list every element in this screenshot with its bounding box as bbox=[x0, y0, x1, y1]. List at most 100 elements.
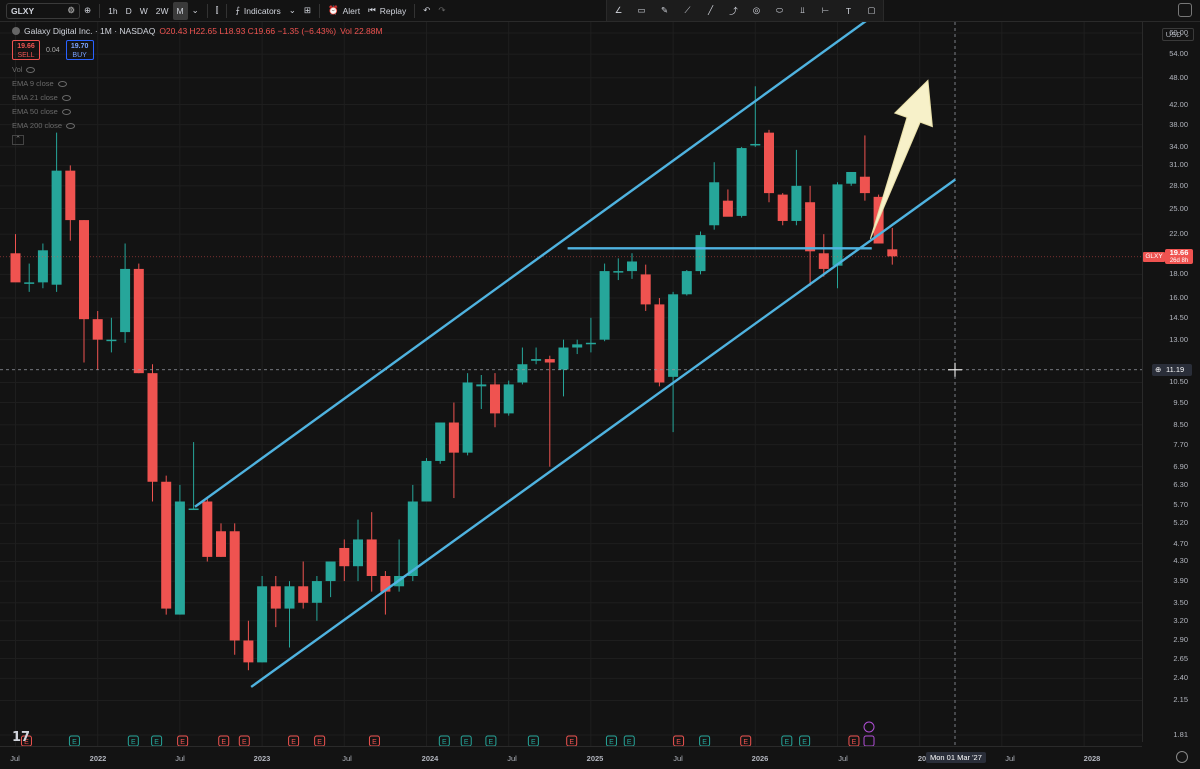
price-tick: 3.20 bbox=[1173, 615, 1188, 625]
replay-button[interactable]: ⏮ Replay bbox=[364, 2, 410, 20]
ellipse-icon[interactable]: ⬭ bbox=[772, 3, 788, 19]
time-tick: Jul bbox=[673, 754, 683, 763]
last-symbol-tag: GLXY bbox=[1143, 251, 1165, 262]
gear-icon[interactable] bbox=[1176, 751, 1188, 763]
timeframe-w[interactable]: W bbox=[136, 2, 152, 20]
candle-body bbox=[257, 586, 268, 663]
candle-body bbox=[640, 274, 651, 305]
candle-body bbox=[10, 253, 21, 283]
candles-icon: ⫿ bbox=[215, 5, 219, 15]
time-axis[interactable]: Jul 2022 Jul 2023 Jul 2024 Jul 2025 Jul 2026 Jul 20… bbox=[0, 746, 1142, 769]
price-tick: 34.00 bbox=[1169, 141, 1188, 151]
comment-icon[interactable]: ▢ bbox=[864, 3, 880, 19]
angle-icon[interactable]: ∠ bbox=[611, 3, 627, 19]
brush-icon[interactable]: ✎ bbox=[657, 3, 673, 19]
candle-body bbox=[339, 547, 350, 567]
indicator-vol[interactable]: Vol bbox=[12, 65, 383, 74]
tradingview-logo[interactable]: 17 bbox=[12, 730, 30, 745]
earnings-marker-label: E bbox=[569, 739, 574, 746]
path-icon[interactable]: ⤴ bbox=[726, 3, 742, 19]
price-tick: 14.50 bbox=[1169, 312, 1188, 322]
earnings-marker-label: E bbox=[131, 739, 136, 746]
candle-body bbox=[517, 364, 528, 383]
timeframe-2w[interactable]: 2W bbox=[152, 2, 173, 20]
drawing-toolbar: ∠ ▭ ✎ ⟋ ╱ ⤴ ◎ ⬭ ⫫ ⊢ T ▢ bbox=[606, 0, 884, 22]
candle-body bbox=[202, 501, 213, 557]
candle-body bbox=[51, 170, 62, 285]
divider bbox=[206, 3, 208, 18]
candle-body bbox=[407, 501, 418, 576]
candle-body bbox=[846, 171, 857, 184]
collapse-legend-button[interactable]: ⌃ bbox=[12, 135, 24, 145]
time-tick: 20 bbox=[917, 754, 927, 763]
candle-body bbox=[668, 294, 679, 377]
earnings-marker-label: E bbox=[627, 739, 632, 746]
candle-body bbox=[490, 384, 500, 414]
templates-dropdown[interactable]: ⌄ bbox=[285, 2, 300, 20]
time-tick: 2022 bbox=[89, 754, 107, 763]
price-scale[interactable]: USD ⌄ 60.00 54.00 48.00 42.00 38.00 34.00 31.0… bbox=[1142, 22, 1200, 742]
candle-body bbox=[627, 261, 637, 272]
fullscreen-icon[interactable] bbox=[1178, 3, 1192, 17]
candle-body bbox=[448, 422, 459, 453]
eye-icon[interactable] bbox=[57, 80, 67, 87]
legend-ohlc: O20.43 H22.65 L18.93 C19.66 −1.35 (−6.43… bbox=[159, 26, 337, 36]
chart-type-button[interactable]: ⫿ bbox=[212, 2, 223, 20]
trend-line-icon[interactable]: ╱ bbox=[703, 3, 719, 19]
eye-icon[interactable] bbox=[66, 122, 76, 129]
compare-symbol-button[interactable]: ⊕ bbox=[80, 2, 95, 20]
earnings-marker-label: E bbox=[372, 739, 377, 746]
circle-icon[interactable]: ◎ bbox=[749, 3, 765, 19]
ray-icon[interactable]: ⟋ bbox=[680, 3, 696, 19]
candle-body bbox=[37, 250, 48, 283]
price-tick: 2.15 bbox=[1173, 695, 1188, 705]
earnings-marker-label: E bbox=[317, 739, 322, 746]
vertical-line-icon[interactable]: ⫫ bbox=[795, 3, 811, 19]
rectangle-icon[interactable]: ▭ bbox=[634, 3, 650, 19]
candle-body bbox=[270, 586, 281, 609]
candle-body bbox=[764, 132, 774, 194]
time-tick: Jul bbox=[507, 754, 517, 763]
candle-body bbox=[79, 220, 89, 320]
indicator-label: EMA 50 close bbox=[12, 107, 58, 116]
redo-button[interactable]: ↷ bbox=[434, 2, 449, 20]
timeframe-dropdown[interactable]: ⌄ bbox=[188, 2, 203, 20]
undo-button[interactable]: ↶ bbox=[419, 2, 434, 20]
buy-button[interactable]: 19.70 BUY bbox=[65, 40, 94, 60]
symbol-search[interactable]: GLXY ⚙ bbox=[6, 2, 80, 19]
indicators-button[interactable]: ⨍ Indicators bbox=[231, 2, 284, 20]
range-icon[interactable]: ⊢ bbox=[818, 3, 834, 19]
sell-button[interactable]: 19.66 SELL bbox=[12, 40, 40, 60]
layouts-button[interactable]: ⊞ bbox=[300, 2, 315, 20]
price-tick: 13.00 bbox=[1169, 334, 1188, 344]
timeframe-m[interactable]: M bbox=[172, 1, 188, 20]
timeframe-d[interactable]: D bbox=[122, 2, 136, 20]
price-tick: 22.00 bbox=[1169, 229, 1188, 239]
event-icon bbox=[863, 721, 875, 733]
candle-body bbox=[805, 202, 816, 252]
price-tick: 3.90 bbox=[1173, 576, 1188, 586]
time-tick: 2025 bbox=[586, 754, 604, 763]
price-tick: 6.30 bbox=[1173, 479, 1188, 489]
alarm-icon: ⏰ bbox=[328, 5, 339, 15]
timeframe-1h[interactable]: 1h bbox=[104, 2, 121, 20]
earnings-marker-label: E bbox=[702, 739, 707, 746]
candle-body bbox=[147, 373, 158, 482]
indicator-ema21[interactable]: EMA 21 close bbox=[12, 93, 383, 102]
eye-icon[interactable] bbox=[61, 94, 71, 101]
candle-body bbox=[65, 170, 76, 221]
eye-icon[interactable] bbox=[61, 108, 71, 115]
price-tick: 4.70 bbox=[1173, 538, 1188, 548]
text-icon[interactable]: T bbox=[841, 3, 857, 19]
indicator-label: EMA 9 close bbox=[12, 79, 54, 88]
indicator-ema50[interactable]: EMA 50 close bbox=[12, 107, 383, 116]
earnings-marker-label: E bbox=[464, 739, 469, 746]
price-tick: 2.90 bbox=[1173, 635, 1188, 645]
price-tick: 4.30 bbox=[1173, 556, 1188, 566]
legend-symbol-title: Galaxy Digital Inc. · 1M · NASDAQ bbox=[24, 26, 156, 36]
indicator-ema200[interactable]: EMA 200 close bbox=[12, 121, 383, 130]
candle-body bbox=[92, 319, 103, 340]
indicator-ema9[interactable]: EMA 9 close bbox=[12, 79, 383, 88]
eye-icon[interactable] bbox=[26, 66, 36, 73]
alert-button[interactable]: ⏰ Alert bbox=[324, 2, 364, 20]
